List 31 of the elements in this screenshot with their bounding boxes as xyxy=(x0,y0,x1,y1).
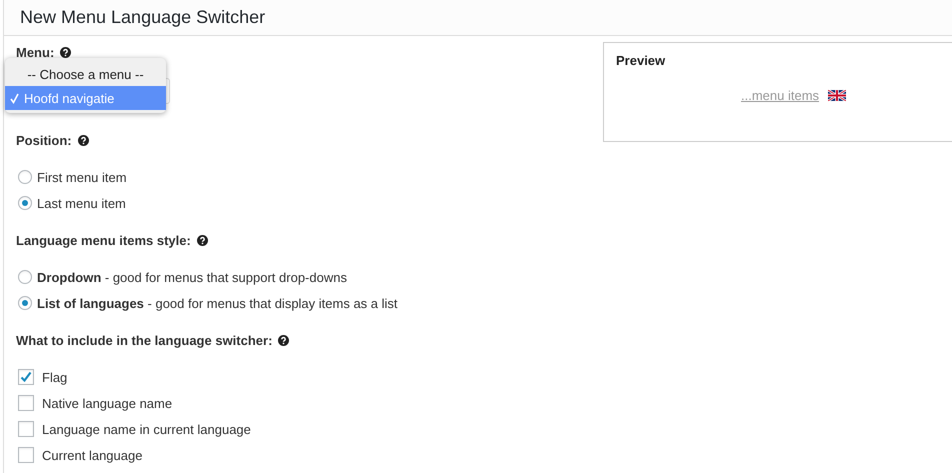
menu-option[interactable]: -- Choose a menu -- xyxy=(5,62,166,86)
help-icon[interactable] xyxy=(60,46,72,58)
menu-items-link[interactable]: ...menu items xyxy=(741,88,820,103)
field-label: Position: xyxy=(16,132,72,148)
option-label: Native language name xyxy=(42,396,172,410)
option-label: Current language xyxy=(42,448,142,462)
checkbox[interactable] xyxy=(18,447,34,463)
help-icon[interactable] xyxy=(196,234,208,246)
radio-button[interactable] xyxy=(18,296,32,310)
option-label: Flag xyxy=(42,370,68,384)
checkbox[interactable] xyxy=(18,395,34,411)
preview-title: Preview xyxy=(616,53,666,68)
field-label: Menu: xyxy=(16,44,54,60)
field-label: What to include in the language switcher: xyxy=(16,332,272,348)
checkbox[interactable] xyxy=(18,369,34,385)
option-label: Last menu item xyxy=(37,196,126,210)
option-label: List of languages - good for menus that display items as a list xyxy=(37,296,398,310)
help-icon[interactable] xyxy=(278,334,290,346)
radio-button[interactable] xyxy=(18,196,32,210)
menu-option[interactable]: Hoofd navigatie xyxy=(5,86,166,110)
option-label: Dropdown - good for menus that support drop-downs xyxy=(37,270,347,284)
option-label: First menu item xyxy=(37,170,127,184)
option-label: Language name in current language xyxy=(42,422,251,436)
help-icon[interactable] xyxy=(78,134,89,146)
radio-button[interactable] xyxy=(18,270,32,284)
checkbox[interactable] xyxy=(18,421,34,437)
field-label: Language menu items style: xyxy=(16,232,191,248)
page-title: New Menu Language Switcher xyxy=(20,7,266,28)
flag-icon xyxy=(828,90,846,101)
check-icon xyxy=(10,92,19,104)
radio-button[interactable] xyxy=(18,170,32,184)
